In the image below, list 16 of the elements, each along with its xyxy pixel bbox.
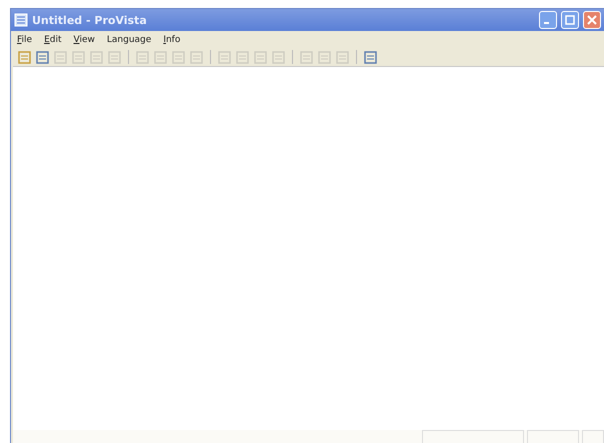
app-icon	[14, 13, 28, 27]
close-button[interactable]	[583, 11, 601, 29]
menu-item[interactable]: Info	[163, 34, 180, 44]
menu-item[interactable]: View	[74, 34, 95, 44]
menu-item[interactable]: Edit	[44, 34, 62, 44]
close-icon	[587, 15, 597, 25]
toolbar-button[interactable]	[17, 50, 32, 64]
toolbar-button[interactable]	[363, 50, 378, 64]
window-title: Untitled - ProVista	[32, 14, 148, 26]
maximize-button[interactable]	[561, 11, 579, 29]
toolbar-button[interactable]	[35, 50, 50, 64]
menu-item[interactable]: File	[17, 34, 32, 44]
maximize-icon	[565, 15, 575, 25]
minimize-icon	[544, 22, 549, 24]
minimize-button[interactable]	[539, 11, 557, 29]
menu-item[interactable]: Language	[106, 34, 152, 44]
